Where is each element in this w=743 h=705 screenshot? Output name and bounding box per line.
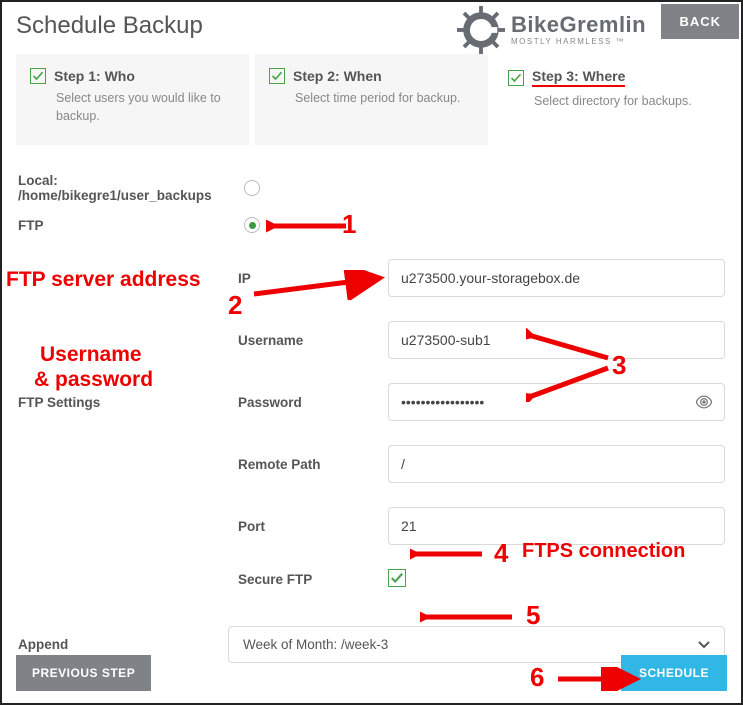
- previous-step-button[interactable]: PREVIOUS STEP: [16, 655, 151, 691]
- form-body: Local: /home/bikegre1/user_backups FTP I…: [2, 145, 741, 590]
- append-value: Week of Month: /week-3: [243, 637, 388, 652]
- radio-ftp[interactable]: [244, 217, 260, 233]
- password-input[interactable]: [388, 383, 685, 421]
- brand-name: BikeGremlin: [511, 14, 646, 36]
- step-when[interactable]: Step 2: When Select time period for back…: [255, 54, 488, 145]
- port-input[interactable]: [388, 507, 725, 545]
- label-username: Username: [238, 333, 378, 348]
- step-title-text: Step 3: Where: [532, 68, 625, 87]
- destination-ftp-row[interactable]: FTP: [18, 217, 725, 233]
- label-password: Password: [238, 395, 378, 410]
- step-desc: Select users you would like to backup.: [30, 90, 235, 125]
- brand-logo: BikeGremlin MOSTLY HARMLESS ™: [457, 6, 646, 54]
- label-port: Port: [238, 519, 378, 534]
- page-title: Schedule Backup: [16, 12, 203, 40]
- step-title-text: Step 2: When: [293, 68, 382, 84]
- section-ftp-settings: FTP Settings: [18, 395, 228, 410]
- username-input[interactable]: [388, 321, 725, 359]
- schedule-button[interactable]: SCHEDULE: [621, 655, 727, 691]
- ip-input[interactable]: [388, 259, 725, 297]
- wizard-footer: PREVIOUS STEP SCHEDULE: [16, 655, 727, 691]
- check-icon: [508, 70, 524, 86]
- label-append: Append: [18, 637, 228, 652]
- destination-local-row[interactable]: Local: /home/bikegre1/user_backups: [18, 173, 725, 203]
- gear-icon: [457, 6, 505, 54]
- step-who[interactable]: Step 1: Who Select users you would like …: [16, 54, 249, 145]
- toggle-password-visibility[interactable]: [685, 383, 725, 421]
- check-icon: [269, 68, 285, 84]
- schedule-backup-page: Schedule Backup BACK BikeGremlin MOSTLY …: [0, 0, 743, 705]
- eye-icon: [694, 392, 714, 412]
- label-remote-path: Remote Path: [238, 457, 378, 472]
- chevron-down-icon: [698, 639, 710, 651]
- back-button[interactable]: BACK: [661, 4, 739, 39]
- remote-path-input[interactable]: [388, 445, 725, 483]
- label-secure-ftp: Secure FTP: [238, 572, 378, 587]
- step-desc: Select time period for backup.: [269, 90, 474, 108]
- brand-tagline: MOSTLY HARMLESS ™: [511, 38, 646, 46]
- destination-ftp-label: FTP: [18, 218, 244, 233]
- secure-ftp-checkbox[interactable]: [388, 569, 406, 587]
- destination-local-label: Local: /home/bikegre1/user_backups: [18, 173, 244, 203]
- step-where[interactable]: Step 3: Where Select directory for backu…: [494, 54, 727, 145]
- step-desc: Select directory for backups.: [508, 93, 713, 111]
- check-icon: [30, 68, 46, 84]
- wizard-steps: Step 1: Who Select users you would like …: [16, 54, 727, 145]
- step-title-text: Step 1: Who: [54, 68, 135, 84]
- radio-local[interactable]: [244, 180, 260, 196]
- label-ip: IP: [238, 271, 378, 286]
